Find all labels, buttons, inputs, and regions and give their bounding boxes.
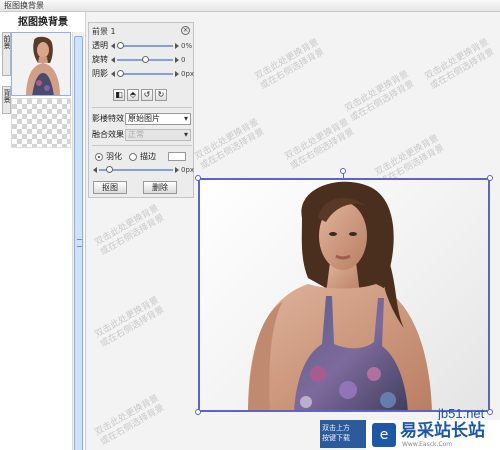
slider-track[interactable] xyxy=(117,73,173,75)
image-effect-row: 影楼特效 原始图片 xyxy=(92,113,192,125)
divider xyxy=(92,107,192,108)
woman-thumbnail-image xyxy=(12,33,70,95)
canvas-watermark: 双击此处更换背景 或在右侧选择背景 xyxy=(423,37,497,92)
feather-label: 羽化 xyxy=(106,152,122,161)
scrollbar-thumb[interactable] xyxy=(74,36,83,450)
arrow-right-icon[interactable] xyxy=(175,71,179,77)
canvas-watermark: 双击此处更换背景 或在右侧选择背景 xyxy=(343,69,417,124)
canvas-watermark: 双击此处更换背景 或在右侧选择背景 xyxy=(283,117,357,172)
flip-horizontal-icon[interactable]: ◧ xyxy=(113,89,125,101)
blend-effect-row: 融合效果 正常 xyxy=(92,129,192,141)
layer-properties-panel: 前景 1 × 透明 0% 旋转 0 阴影 0px ◧ ⬘ ↺ ↻ 影楼特效 原始… xyxy=(88,22,194,198)
logo-brand-text: 易采站长站 xyxy=(400,421,485,441)
window-titlebar: 抠图换背景 xyxy=(0,0,500,12)
logo-mark-icon: e xyxy=(372,423,396,447)
slider-knob[interactable] xyxy=(117,70,124,77)
slider-value: 0 xyxy=(181,56,186,64)
slider-label: 旋转 xyxy=(92,55,108,64)
hint-tooltip: 双击上方 按键下载 xyxy=(320,420,366,448)
slider-value: 0% xyxy=(181,42,193,50)
close-icon[interactable]: × xyxy=(181,26,190,35)
stroke-radio[interactable] xyxy=(129,153,137,161)
scrollbar-grip-icon xyxy=(77,239,82,247)
canvas-watermark: 双击此处更换背景 或在右侧选择背景 xyxy=(93,393,167,448)
slider-label: 透明 xyxy=(92,41,108,50)
arrow-left-icon[interactable] xyxy=(111,43,115,49)
logo-sub-text: Www.Easck.Com xyxy=(402,441,453,448)
blend-effect-label: 融合效果 xyxy=(92,130,124,139)
cutout-button[interactable]: 抠图 xyxy=(93,181,127,194)
arrow-left-icon[interactable] xyxy=(93,167,97,173)
rotate-left-icon[interactable]: ↺ xyxy=(141,89,153,101)
canvas-watermark: 双击此处更换背景 或在右侧选择背景 xyxy=(93,203,167,258)
arrow-left-icon[interactable] xyxy=(111,71,115,77)
canvas-watermark: 双击此处更换背景 或在右侧选择背景 xyxy=(93,295,167,350)
slider-track[interactable] xyxy=(117,45,173,47)
flip-vertical-icon[interactable]: ⬘ xyxy=(127,89,139,101)
rotation-slider[interactable]: 旋转 0 xyxy=(92,55,192,65)
layer-tab-background[interactable]: 背景 xyxy=(2,86,11,114)
delete-button[interactable]: 删除 xyxy=(143,181,177,194)
slider-label: 阴影 xyxy=(92,69,108,78)
canvas-watermark: 双击此处更换背景 或在右侧选择背景 xyxy=(193,117,267,172)
layer-panel: 抠图换背景 前景 背景 xyxy=(0,12,86,450)
image-effect-label: 影楼特效 xyxy=(92,114,124,123)
stroke-label: 描边 xyxy=(140,152,156,161)
window-title: 抠图换背景 xyxy=(4,1,44,10)
slider-value: 0px xyxy=(181,70,195,78)
panel-title: 前景 1 xyxy=(92,27,116,36)
slider-knob[interactable] xyxy=(106,166,113,173)
selection-box[interactable] xyxy=(198,178,490,412)
slider-knob[interactable] xyxy=(117,42,124,49)
opacity-slider[interactable]: 透明 0% xyxy=(92,41,192,51)
arrow-right-icon[interactable] xyxy=(175,167,179,173)
arrow-right-icon[interactable] xyxy=(175,43,179,49)
arrow-left-icon[interactable] xyxy=(111,57,115,63)
arrow-right-icon[interactable] xyxy=(175,57,179,63)
shadow-slider[interactable]: 阴影 0px xyxy=(92,69,195,79)
divider xyxy=(92,145,192,146)
blend-effect-select: 正常 xyxy=(125,129,191,141)
resize-handle-bottom-left[interactable] xyxy=(195,409,201,415)
site-watermark-logo: jb51.net e 易采站长站 Www.Easck.Com xyxy=(364,384,500,450)
rotate-handle[interactable] xyxy=(340,168,346,174)
feather-radio[interactable] xyxy=(95,153,103,161)
foreground-layer-thumbnail[interactable] xyxy=(11,32,71,96)
edge-mode-radio-group: 羽化 描边 xyxy=(95,151,191,163)
layer-panel-header: 抠图换背景 xyxy=(18,17,68,28)
canvas-watermark: 双击此处更换背景 或在右侧选择背景 xyxy=(253,37,327,92)
feather-slider[interactable]: 0px xyxy=(92,165,195,175)
image-effect-select[interactable]: 原始图片 xyxy=(125,113,191,125)
slider-value: 0px xyxy=(181,166,195,174)
resize-handle-top-left[interactable] xyxy=(195,175,201,181)
background-layer-thumbnail[interactable] xyxy=(11,98,71,148)
rotate-right-icon[interactable]: ↻ xyxy=(155,89,167,101)
slider-knob[interactable] xyxy=(142,56,149,63)
logo-url-text: jb51.net xyxy=(438,406,485,421)
layer-tab-foreground[interactable]: 前景 xyxy=(2,32,11,76)
logo-box: e 易采站长站 Www.Easck.Com xyxy=(366,420,500,450)
stroke-color-box[interactable] xyxy=(168,152,186,161)
vertical-scrollbar[interactable] xyxy=(72,32,84,450)
resize-handle-top-right[interactable] xyxy=(487,175,493,181)
